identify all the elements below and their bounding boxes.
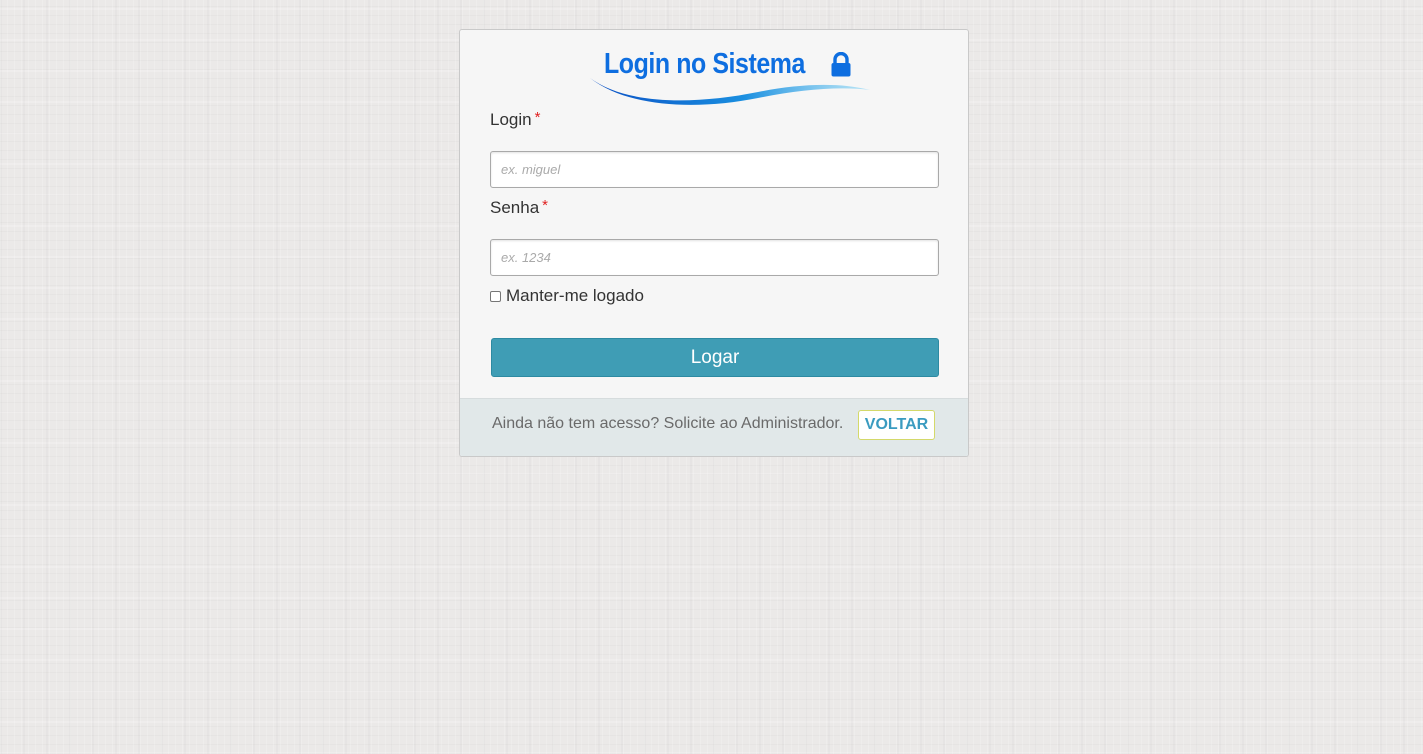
footer-text: Ainda não tem acesso? Solicite ao Admini…: [492, 415, 844, 432]
login-label-text: Login: [490, 110, 532, 129]
logo-title: Login no Sistema: [604, 48, 805, 80]
back-button[interactable]: VOLTAR: [858, 410, 935, 440]
lock-icon: [831, 52, 851, 77]
remember-label: Manter-me logado: [506, 286, 644, 305]
required-marker: *: [542, 197, 549, 214]
login-label: Login *: [490, 109, 541, 130]
login-button[interactable]: Logar: [491, 338, 939, 377]
login-input[interactable]: [490, 151, 939, 188]
login-panel: Login no Sistema Login* Senha* Manter-me…: [459, 29, 969, 457]
remember-me[interactable]: Manter-me logado: [490, 286, 644, 306]
password-label-text: Senha: [490, 198, 540, 217]
footer: Ainda não tem acesso? Solicite ao Admini…: [460, 398, 968, 456]
password-label: Senha *: [490, 197, 549, 218]
password-input[interactable]: [490, 239, 939, 276]
remember-checkbox[interactable]: [490, 290, 501, 302]
logo: Login no Sistema: [588, 44, 872, 106]
required-marker: *: [534, 109, 541, 126]
